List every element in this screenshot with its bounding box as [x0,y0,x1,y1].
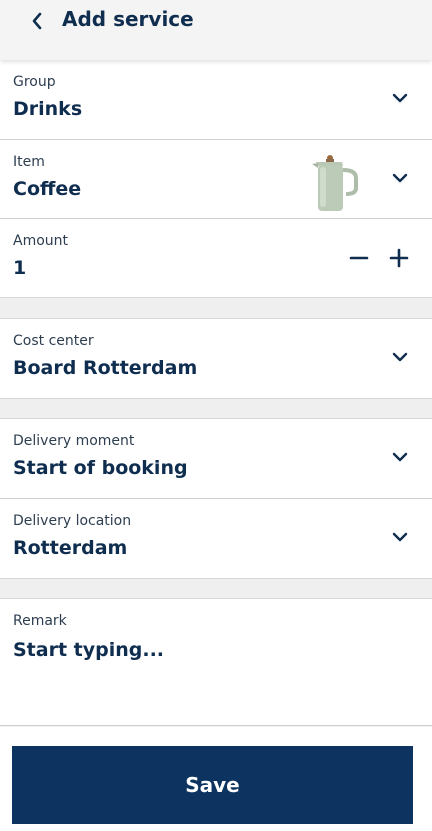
app-header: Add service [0,0,432,60]
section-divider [0,578,432,599]
footer: Save [0,727,432,831]
chevron-down-icon[interactable] [388,345,412,369]
increment-button[interactable] [386,245,412,271]
chevron-left-icon [32,12,42,30]
group-value: Drinks [13,98,83,120]
delivery-location-select[interactable]: Delivery location Rotterdam [0,499,432,578]
amount-value: 1 [13,257,27,279]
amount-label: Amount [13,233,69,249]
cost-center-value: Board Rotterdam [13,357,198,379]
back-button[interactable] [24,8,50,34]
chevron-down-icon[interactable] [388,166,412,190]
delivery-moment-label: Delivery moment [13,433,135,449]
group-label: Group [13,74,56,90]
group-select[interactable]: Group Drinks [0,60,432,140]
delivery-moment-value: Start of booking [13,457,188,479]
cost-center-select[interactable]: Cost center Board Rotterdam [0,319,432,398]
remark-field: Remark [0,599,432,726]
coffee-pot-image [312,155,358,211]
amount-stepper: Amount 1 [0,219,432,297]
section-divider [0,398,432,419]
chevron-down-icon[interactable] [388,445,412,469]
delivery-moment-select[interactable]: Delivery moment Start of booking [0,419,432,499]
item-value: Coffee [13,178,82,200]
cost-center-label: Cost center [13,333,94,349]
delivery-location-value: Rotterdam [13,537,128,559]
remark-input[interactable] [13,639,413,709]
item-label: Item [13,154,45,170]
minus-icon [349,256,369,260]
item-select[interactable]: Item Coffee [0,140,432,219]
decrement-button[interactable] [346,245,372,271]
save-button[interactable]: Save [12,746,413,824]
plus-icon [389,248,409,268]
delivery-location-label: Delivery location [13,513,132,529]
chevron-down-icon[interactable] [388,525,412,549]
page-title: Add service [62,7,194,31]
remark-label: Remark [13,613,67,629]
section-divider [0,297,432,319]
chevron-down-icon[interactable] [388,86,412,110]
